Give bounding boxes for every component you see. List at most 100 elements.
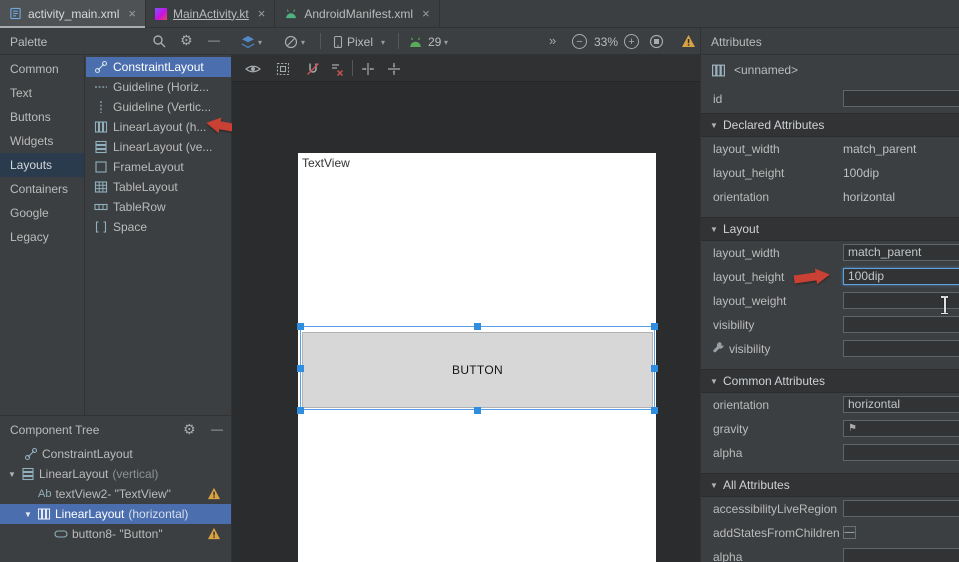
warnings-icon[interactable] <box>681 34 696 48</box>
color-mode-icon[interactable] <box>284 35 298 49</box>
palette-category-text[interactable]: Text <box>0 81 84 105</box>
tab-activity-main-xml[interactable]: activity_main.xml × <box>0 0 146 27</box>
tab-mainactivity-kt[interactable]: MainActivity.kt × <box>146 0 275 27</box>
tab-androidmanifest-xml[interactable]: AndroidManifest.xml × <box>275 0 439 27</box>
layout-height-input[interactable]: 100dip <box>843 268 959 285</box>
tree-node-textview2[interactable]: Ab textView2- "TextView" <box>0 484 231 504</box>
chevron-down-icon: ▾ <box>301 38 305 47</box>
device-phone-icon[interactable] <box>331 35 345 49</box>
constraintlayout-icon <box>24 447 38 461</box>
orientation-input[interactable]: horizontal <box>843 396 959 413</box>
visibility-input[interactable] <box>843 316 959 333</box>
add-states-from-children-checkbox[interactable]: — <box>843 526 856 539</box>
attr-row: layout_width match_parent <box>701 137 959 161</box>
palette-item-guideline-horizontal[interactable]: Guideline (Horiz... <box>86 77 231 97</box>
palette-category-buttons[interactable]: Buttons <box>0 105 84 129</box>
overflow-chevrons-icon[interactable]: » <box>549 33 556 48</box>
align-horizontal-icon[interactable] <box>361 62 375 76</box>
selection-outline[interactable] <box>300 326 655 410</box>
resize-handle-top-left[interactable] <box>297 323 304 330</box>
palette-category-common[interactable]: Common <box>0 57 84 81</box>
close-icon[interactable]: × <box>422 7 430 20</box>
attr-row: orientation horizontal <box>701 185 959 209</box>
design-surface-selector-icon[interactable] <box>241 35 255 49</box>
expand-arrow-icon[interactable]: ▼ <box>23 510 33 519</box>
alpha-input[interactable] <box>843 548 959 562</box>
tree-node-linearlayout-horizontal[interactable]: ▼ LinearLayout (horizontal) <box>0 504 231 524</box>
tab-label: AndroidManifest.xml <box>304 7 413 21</box>
tools-visibility-input[interactable] <box>843 340 959 357</box>
chevron-down-icon: ▾ <box>258 38 262 47</box>
palette-item-tablerow[interactable]: TableRow <box>86 197 231 217</box>
view-options-eye-icon[interactable] <box>245 63 261 75</box>
layout-width-input[interactable]: match_parent <box>843 244 959 261</box>
id-input[interactable] <box>843 90 959 107</box>
palette-item-framelayout[interactable]: FrameLayout <box>86 157 231 177</box>
resize-handle-top-right[interactable] <box>651 323 658 330</box>
palette-category-legacy[interactable]: Legacy <box>0 225 84 249</box>
autoconnect-off-magnet-icon[interactable] <box>306 62 320 76</box>
palette-category-containers[interactable]: Containers <box>0 177 84 201</box>
attr-label: layout_height <box>713 265 784 289</box>
gear-icon[interactable]: ⚙ <box>183 421 196 438</box>
attr-label: addStatesFromChildren <box>713 521 840 545</box>
button-icon <box>54 527 68 541</box>
section-all-attributes[interactable]: ▼ All Attributes <box>701 473 959 497</box>
alpha-input[interactable] <box>843 444 959 461</box>
align-vertical-icon[interactable] <box>387 62 401 76</box>
attr-row: alpha <box>701 441 959 465</box>
tablerow-icon <box>94 200 108 214</box>
attr-value[interactable]: horizontal <box>843 185 895 209</box>
attr-row: layout_width match_parent <box>701 241 959 265</box>
api-level-icon[interactable] <box>408 36 423 49</box>
close-icon[interactable]: × <box>258 7 266 20</box>
search-icon[interactable] <box>152 34 166 48</box>
palette-item-constraintlayout[interactable]: ConstraintLayout <box>86 57 231 77</box>
resize-handle-bottom-center[interactable] <box>474 407 481 414</box>
blueprint-border-icon[interactable] <box>276 62 290 76</box>
accessibility-live-region-input[interactable] <box>843 500 959 517</box>
canvas-textview[interactable]: TextView <box>302 156 350 170</box>
resize-handle-middle-left[interactable] <box>297 365 304 372</box>
gravity-input[interactable]: ⚑ <box>843 420 959 437</box>
palette-item-tablelayout[interactable]: TableLayout <box>86 177 231 197</box>
palette-item-space[interactable]: Space <box>86 217 231 237</box>
clear-constraints-icon[interactable] <box>330 62 344 76</box>
resize-handle-middle-right[interactable] <box>651 365 658 372</box>
resize-handle-top-center[interactable] <box>474 323 481 330</box>
collapse-arrow-icon[interactable]: ▼ <box>701 225 723 234</box>
close-icon[interactable]: × <box>128 7 136 20</box>
tree-node-constraintlayout[interactable]: ConstraintLayout <box>0 444 231 464</box>
attr-value[interactable]: match_parent <box>843 137 916 161</box>
expand-arrow-icon[interactable]: ▼ <box>7 470 17 479</box>
collapse-arrow-icon[interactable]: ▼ <box>701 377 723 386</box>
section-declared-attributes[interactable]: ▼ Declared Attributes <box>701 113 959 137</box>
palette-item-linearlayout-vertical[interactable]: LinearLayout (ve... <box>86 137 231 157</box>
resize-handle-bottom-right[interactable] <box>651 407 658 414</box>
tab-label: MainActivity.kt <box>173 7 249 21</box>
attr-label: accessibilityLiveRegion <box>713 497 837 521</box>
device-selector[interactable]: Pixel <box>347 35 373 49</box>
attr-value[interactable]: 100dip <box>843 161 879 185</box>
section-common-attributes[interactable]: ▼ Common Attributes <box>701 369 959 393</box>
collapse-arrow-icon[interactable]: ▼ <box>701 481 723 490</box>
zoom-in-icon[interactable]: + <box>624 34 639 49</box>
api-level-selector[interactable]: 29 <box>428 35 441 49</box>
tree-node-linearlayout-vertical[interactable]: ▼ LinearLayout (vertical) <box>0 464 231 484</box>
gear-icon[interactable]: ⚙ <box>180 32 193 49</box>
linearlayout-vertical-icon <box>94 140 108 154</box>
resize-handle-bottom-left[interactable] <box>297 407 304 414</box>
zoom-out-icon[interactable]: − <box>572 34 587 49</box>
palette-item-guideline-vertical[interactable]: Guideline (Vertic... <box>86 97 231 117</box>
hide-component-tree-icon[interactable]: — <box>211 422 223 436</box>
palette-category-google[interactable]: Google <box>0 201 84 225</box>
section-layout[interactable]: ▼ Layout <box>701 217 959 241</box>
collapse-arrow-icon[interactable]: ▼ <box>701 121 723 130</box>
palette-category-widgets[interactable]: Widgets <box>0 129 84 153</box>
zoom-to-fit-icon[interactable] <box>649 34 664 49</box>
palette-category-layouts[interactable]: Layouts <box>0 153 84 177</box>
hide-palette-icon[interactable]: — <box>208 33 220 47</box>
kotlin-file-icon <box>155 8 167 20</box>
design-toolbar <box>232 55 700 82</box>
tree-node-button8[interactable]: button8- "Button" <box>0 524 231 544</box>
